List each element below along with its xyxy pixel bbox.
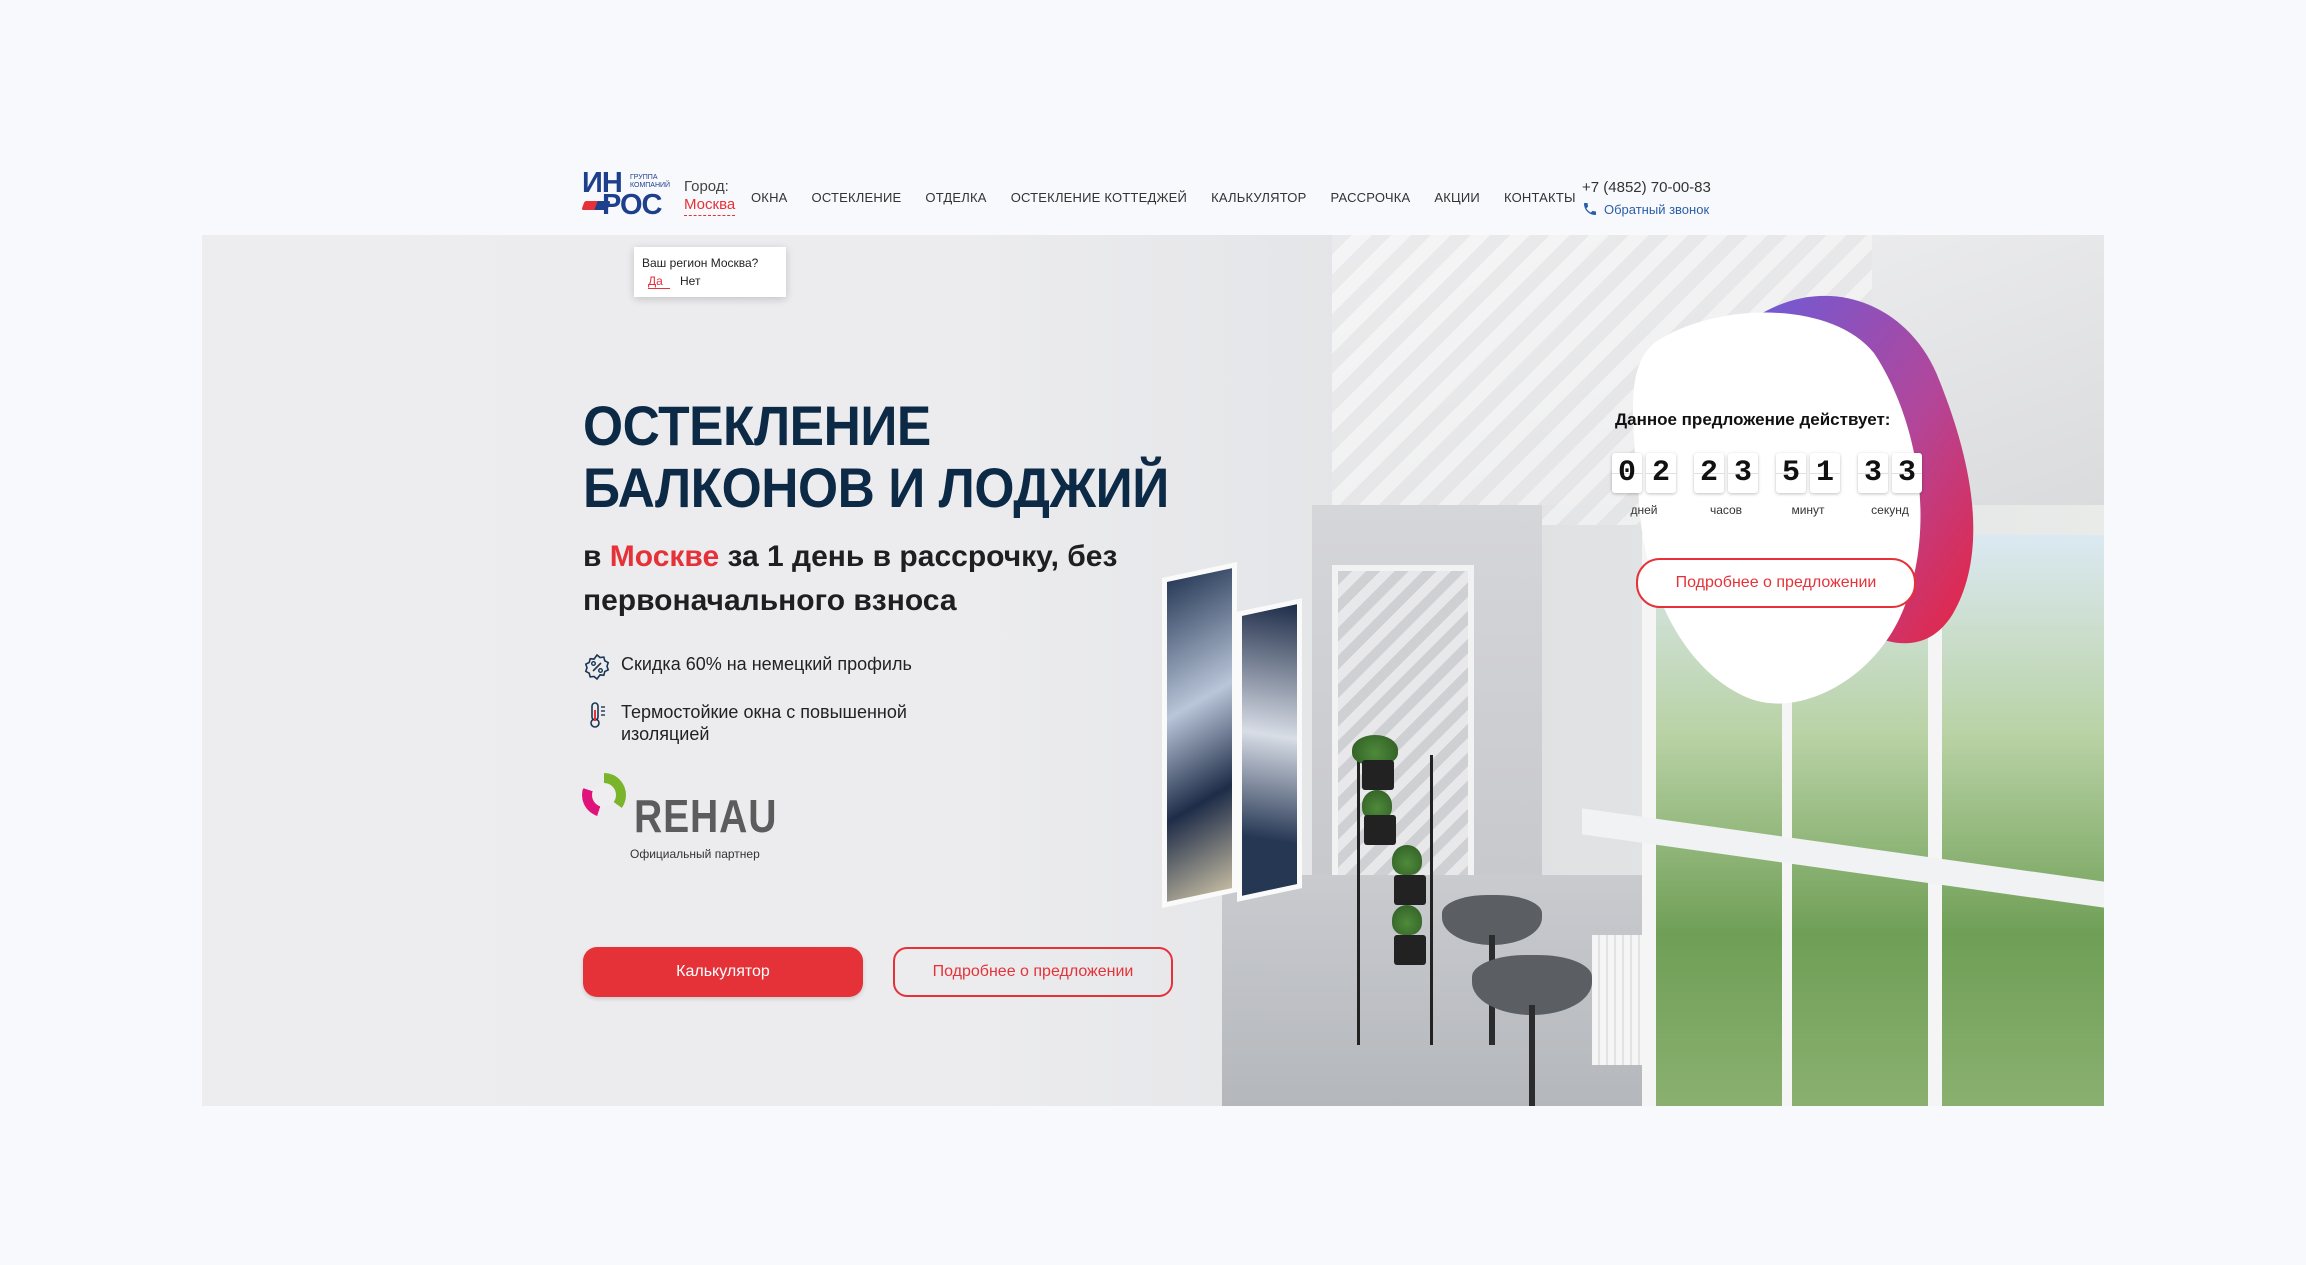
city-label: Город: [684,178,729,195]
nav-item-aktsii[interactable]: АКЦИИ [1434,190,1480,205]
callback-label: Обратный звонок [1604,201,1710,217]
hero-photo-plant-pot [1362,760,1394,790]
offer-details-button[interactable]: Подробнее о предложении [893,947,1173,997]
city-selector[interactable]: Город: Москва [684,178,736,216]
rehau-caption: Официальный партнер [630,847,760,861]
logo-line2: РОС [602,189,662,221]
timer-digit: 3 [1858,453,1888,493]
timer-unit-label: дней [1630,503,1658,517]
rehau-brand: REHAU [634,790,778,842]
timer-hours: 2 3 часов [1694,453,1758,517]
phone-number-link[interactable]: +7 (4852) 70-00-83 [1582,179,1711,197]
timer-minutes: 5 1 минут [1776,453,1840,517]
thermometer-icon [590,702,605,728]
hero-title-line1: ОСТЕКЛЕНИЕ [583,394,931,457]
timer-unit-label: минут [1791,503,1825,517]
discount-percent-icon [584,653,610,681]
hero-banner: ОСТЕКЛЕНИЕ БАЛКОНОВ И ЛОДЖИЙ в Москве за… [202,235,2104,1106]
nav-item-kontakty[interactable]: КОНТАКТЫ [1504,190,1576,205]
subtitle-prefix: в [583,540,610,573]
region-no-link[interactable]: Нет [680,274,700,288]
nav-item-rassrochka[interactable]: РАССРОЧКА [1330,190,1410,205]
feature-thermo-text: Термостойкие окна с повышенной изоляцией [621,702,907,744]
logo[interactable]: ИН ГРУППА КОМПАНИЙ РОС [580,168,672,220]
nav-item-okna[interactable]: ОКНА [751,190,788,205]
offer-title: Данное предложение действует: [1615,410,1891,429]
region-yes-link[interactable]: Да [648,274,670,289]
timer-digit: 2 [1694,453,1724,493]
nav-item-kalkulyator[interactable]: КАЛЬКУЛЯТОР [1211,190,1306,205]
subtitle-city: Москве [609,540,720,573]
hero-subtitle: в Москве за 1 день в рассрочку, без перв… [583,535,1203,623]
hero-title: ОСТЕКЛЕНИЕ БАЛКОНОВ И ЛОДЖИЙ [583,395,1169,519]
phone-block: +7 (4852) 70-00-83 Обратный звонок [1582,179,1711,217]
region-confirm-popup: Ваш регион Москва? Да Нет [634,247,786,297]
timer-digit: 3 [1892,453,1922,493]
timer-days: 0 2 дней [1612,453,1676,517]
feature-thermo: Термостойкие окна с повышенной изоляцией [583,701,981,745]
timer-digit: 1 [1810,453,1840,493]
site-header: ИН ГРУППА КОМПАНИЙ РОС Город: Москва ОКН… [580,165,1730,227]
logo-caption: ГРУППА КОМПАНИЙ [630,174,671,189]
callback-link[interactable]: Обратный звонок [1582,201,1711,217]
hero-photo-bar-stool-leg [1529,1005,1535,1106]
feature-discount-text: Скидка 60% на немецкий профиль [621,654,912,674]
rehau-partner-logo: REHAU Официальный партнер [582,770,802,870]
main-nav: ОКНА ОСТЕКЛЕНИЕ ОТДЕЛКА ОСТЕКЛЕНИЕ КОТТЕ… [751,190,1600,205]
rehau-ring-icon [582,773,626,817]
timer-digit: 5 [1776,453,1806,493]
nav-item-otdelka[interactable]: ОТДЕЛКА [925,190,986,205]
hero-photo-plant [1392,905,1422,935]
city-value-link[interactable]: Москва [684,196,736,216]
hero-photo-plant-pot [1364,815,1396,845]
timer-digit: 3 [1728,453,1758,493]
timer-unit-label: секунд [1871,503,1909,517]
timer-seconds: 3 3 секунд [1858,453,1922,517]
hero-title-line2: БАЛКОНОВ И ЛОДЖИЙ [583,456,1169,519]
hero-photo-plant-pot [1394,875,1426,905]
hero-photo-plant [1392,845,1422,875]
timer-unit-label: часов [1709,503,1743,517]
timer-digit: 2 [1646,453,1676,493]
region-question: Ваш регион Москва? [642,256,759,270]
calculator-button[interactable]: Калькулятор [583,947,863,997]
feature-discount: Скидка 60% на немецкий профиль [583,653,981,681]
hero-photo-wall-art [1237,598,1302,902]
hero-photo-plant-pot [1394,935,1426,965]
offer-blob-details-button[interactable]: Подробнее о предложении [1636,558,1916,608]
countdown-timer: 0 2 дней 2 3 часов 5 1 минут 3 3 секунд [1612,453,1922,517]
phone-icon [1584,203,1596,215]
nav-item-osteklenie-kottedzhey[interactable]: ОСТЕКЛЕНИЕ КОТТЕДЖЕЙ [1011,190,1187,205]
nav-item-osteklenie[interactable]: ОСТЕКЛЕНИЕ [812,190,902,205]
timer-digit: 0 [1612,453,1642,493]
hero-photo-radiator [1592,935,1644,1065]
